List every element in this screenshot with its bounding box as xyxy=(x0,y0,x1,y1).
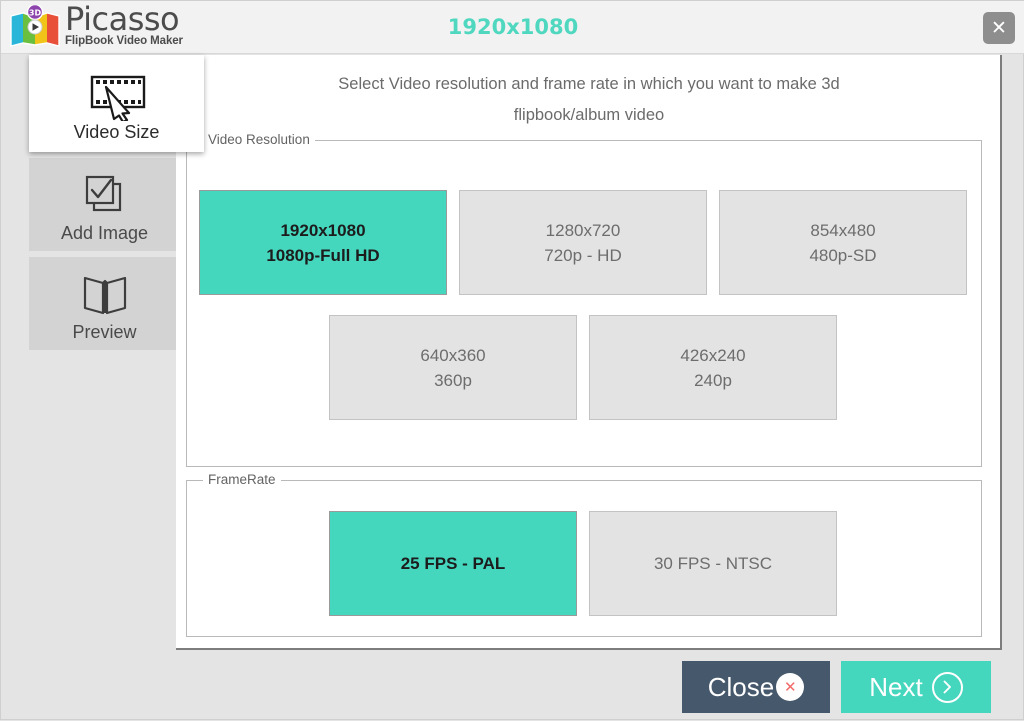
option-line-1: 1920x1080 xyxy=(280,220,366,240)
sidebar-item-video-size[interactable]: Video Size xyxy=(29,55,204,152)
next-button-label: Next xyxy=(869,671,923,702)
logo-wordmark: Picasso FlipBook Video Maker xyxy=(65,0,183,48)
svg-text:3D: 3D xyxy=(29,8,42,17)
logo-title: Picasso xyxy=(65,0,180,39)
sidebar-item-label: Add Image xyxy=(60,223,149,243)
application-window: 3D Picasso FlipBook Video Maker 1920x108… xyxy=(0,0,1024,720)
logo-subtitle: FlipBook Video Maker xyxy=(65,35,183,48)
option-line-2: 240p xyxy=(694,370,732,390)
sidebar-item-label: Video Size xyxy=(73,122,160,142)
option-line-1: 640x360 xyxy=(420,345,486,365)
resolution-option-1280x720[interactable]: 1280x720 720p - HD xyxy=(459,190,707,295)
option-line-2: 1080p-Full HD xyxy=(266,245,380,265)
option-label: 30 FPS - NTSC xyxy=(653,554,773,573)
open-book-icon xyxy=(29,269,180,321)
next-button[interactable]: Next xyxy=(841,661,991,713)
footer-bar: Close ✕ Next xyxy=(1,659,1024,721)
window-close-button[interactable]: ✕ xyxy=(983,12,1015,44)
resolution-option-854x480[interactable]: 854x480 480p-SD xyxy=(719,190,967,295)
option-label: 25 FPS - PAL xyxy=(400,554,506,573)
option-line-1: 854x480 xyxy=(810,220,876,240)
close-x-icon: ✕ xyxy=(991,16,1007,39)
red-x-circle-icon: ✕ xyxy=(776,673,805,701)
sidebar-item-add-image[interactable]: Add Image xyxy=(29,158,180,251)
close-button-label: Close xyxy=(707,671,775,702)
checked-images-icon xyxy=(29,170,180,222)
close-button[interactable]: Close ✕ xyxy=(682,661,830,713)
picasso-book-logo-icon: 3D xyxy=(7,3,63,49)
option-line-1: 426x240 xyxy=(680,345,746,365)
sidebar-item-preview[interactable]: Preview xyxy=(29,257,180,350)
main-content-panel: Select Video resolution and frame rate i… xyxy=(176,55,1002,650)
resolution-option-1920x1080[interactable]: 1920x1080 1080p-Full HD xyxy=(199,190,447,295)
sidebar-item-label: Preview xyxy=(72,322,137,342)
instructions-line-2: flipbook/album video xyxy=(513,106,665,124)
title-bar: 3D Picasso FlipBook Video Maker 1920x108… xyxy=(1,1,1024,54)
app-logo: 3D Picasso FlipBook Video Maker xyxy=(7,3,207,51)
option-line-2: 480p-SD xyxy=(809,245,877,265)
instructions-line-1: Select Video resolution and frame rate i… xyxy=(338,75,840,93)
option-line-2: 720p - HD xyxy=(544,245,622,265)
framerate-group: FrameRate 25 FPS - PAL 30 FPS - NTSC xyxy=(186,472,982,637)
framerate-group-label: FrameRate xyxy=(203,472,281,487)
resolution-option-426x240[interactable]: 426x240 240p xyxy=(589,315,837,420)
chevron-right-circle-icon xyxy=(931,671,963,703)
option-line-2: 360p xyxy=(434,370,472,390)
instructions-text: Select Video resolution and frame rate i… xyxy=(236,69,942,131)
film-strip-cursor-icon xyxy=(29,69,204,121)
framerate-option-30fps-ntsc[interactable]: 30 FPS - NTSC xyxy=(589,511,837,616)
framerate-option-25fps-pal[interactable]: 25 FPS - PAL xyxy=(329,511,577,616)
video-resolution-group: Video Resolution 1920x1080 1080p-Full HD… xyxy=(186,132,982,467)
resolution-option-640x360[interactable]: 640x360 360p xyxy=(329,315,577,420)
video-resolution-group-label: Video Resolution xyxy=(203,132,315,147)
sidebar: Video Size Add Image Preview xyxy=(29,55,204,356)
option-line-1: 1280x720 xyxy=(545,220,621,240)
